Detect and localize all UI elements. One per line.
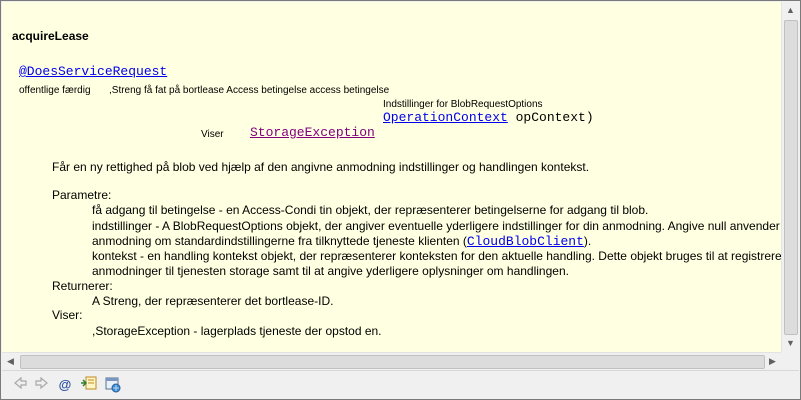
method-title: acquireLease	[12, 29, 89, 43]
param-access-condition: få adgang til betingelse - en Access-Con…	[92, 203, 649, 217]
method-description: Får en ny rettighed på blob ved hjælp af…	[52, 160, 590, 174]
scrollbar-corner	[781, 352, 798, 369]
scroll-down-icon[interactable]: ▼	[782, 335, 799, 352]
signature-main: ,Streng få fat på bortlease Access betin…	[109, 85, 390, 96]
throws-heading: Viser:	[52, 308, 83, 322]
param-context-line1: kontekst - en handling kontekst objekt, …	[92, 249, 781, 263]
throws-text: ,StorageException - lagerplads tjeneste …	[92, 324, 382, 338]
signature-modifiers: offentlige færdig	[19, 85, 91, 96]
javadoc-at-icon[interactable]: @	[55, 375, 75, 395]
horizontal-scrollbar[interactable]: ◀ ▶	[2, 352, 781, 370]
horizontal-scroll-thumb[interactable]	[20, 355, 765, 369]
param-options-end: ).	[583, 234, 592, 248]
returns-heading: Returnerer:	[52, 279, 113, 293]
open-external-browser-icon[interactable]	[103, 375, 123, 395]
scroll-left-icon[interactable]: ◀	[2, 353, 19, 370]
throws-label: Viser	[201, 129, 224, 140]
param-options-line1: indstillinger - A BlobRequestOptions obj…	[92, 219, 781, 233]
cloud-blob-client-link[interactable]: CloudBlobClient	[467, 234, 584, 249]
operation-context-link[interactable]: OperationContext	[383, 110, 508, 125]
parameters-heading: Parametre:	[52, 188, 112, 202]
javadoc-view: acquireLease @DoesServiceRequest offentl…	[0, 0, 801, 400]
context-param: opContext)	[507, 110, 594, 125]
vertical-scrollbar[interactable]: ▲ ▼	[781, 2, 799, 352]
returns-text: A Streng, der repræsenterer det bortleas…	[92, 294, 334, 308]
storage-exception-link[interactable]: StorageException	[250, 125, 375, 140]
param-options-line2: anmodning om standardindstillingerne fra…	[92, 234, 591, 249]
forward-icon[interactable]	[32, 375, 52, 395]
param-options-text: anmodning om standardindstillingerne fra…	[92, 234, 467, 248]
javadoc-toolbar: @	[2, 370, 799, 399]
annotation-link[interactable]: @DoesServiceRequest	[19, 64, 167, 79]
context-line: OperationContext opContext)	[383, 110, 594, 125]
back-icon[interactable]	[10, 375, 30, 395]
javadoc-content: acquireLease @DoesServiceRequest offentl…	[2, 2, 781, 352]
open-declaration-icon[interactable]	[79, 375, 99, 395]
scroll-up-icon[interactable]: ▲	[782, 2, 799, 19]
scroll-right-icon[interactable]: ▶	[764, 353, 781, 370]
vertical-scroll-thumb[interactable]	[784, 20, 798, 335]
options-type: Indstillinger for BlobRequestOptions	[383, 99, 543, 110]
param-context-line2: anmodninger til tjenesten storage samt t…	[92, 264, 569, 278]
